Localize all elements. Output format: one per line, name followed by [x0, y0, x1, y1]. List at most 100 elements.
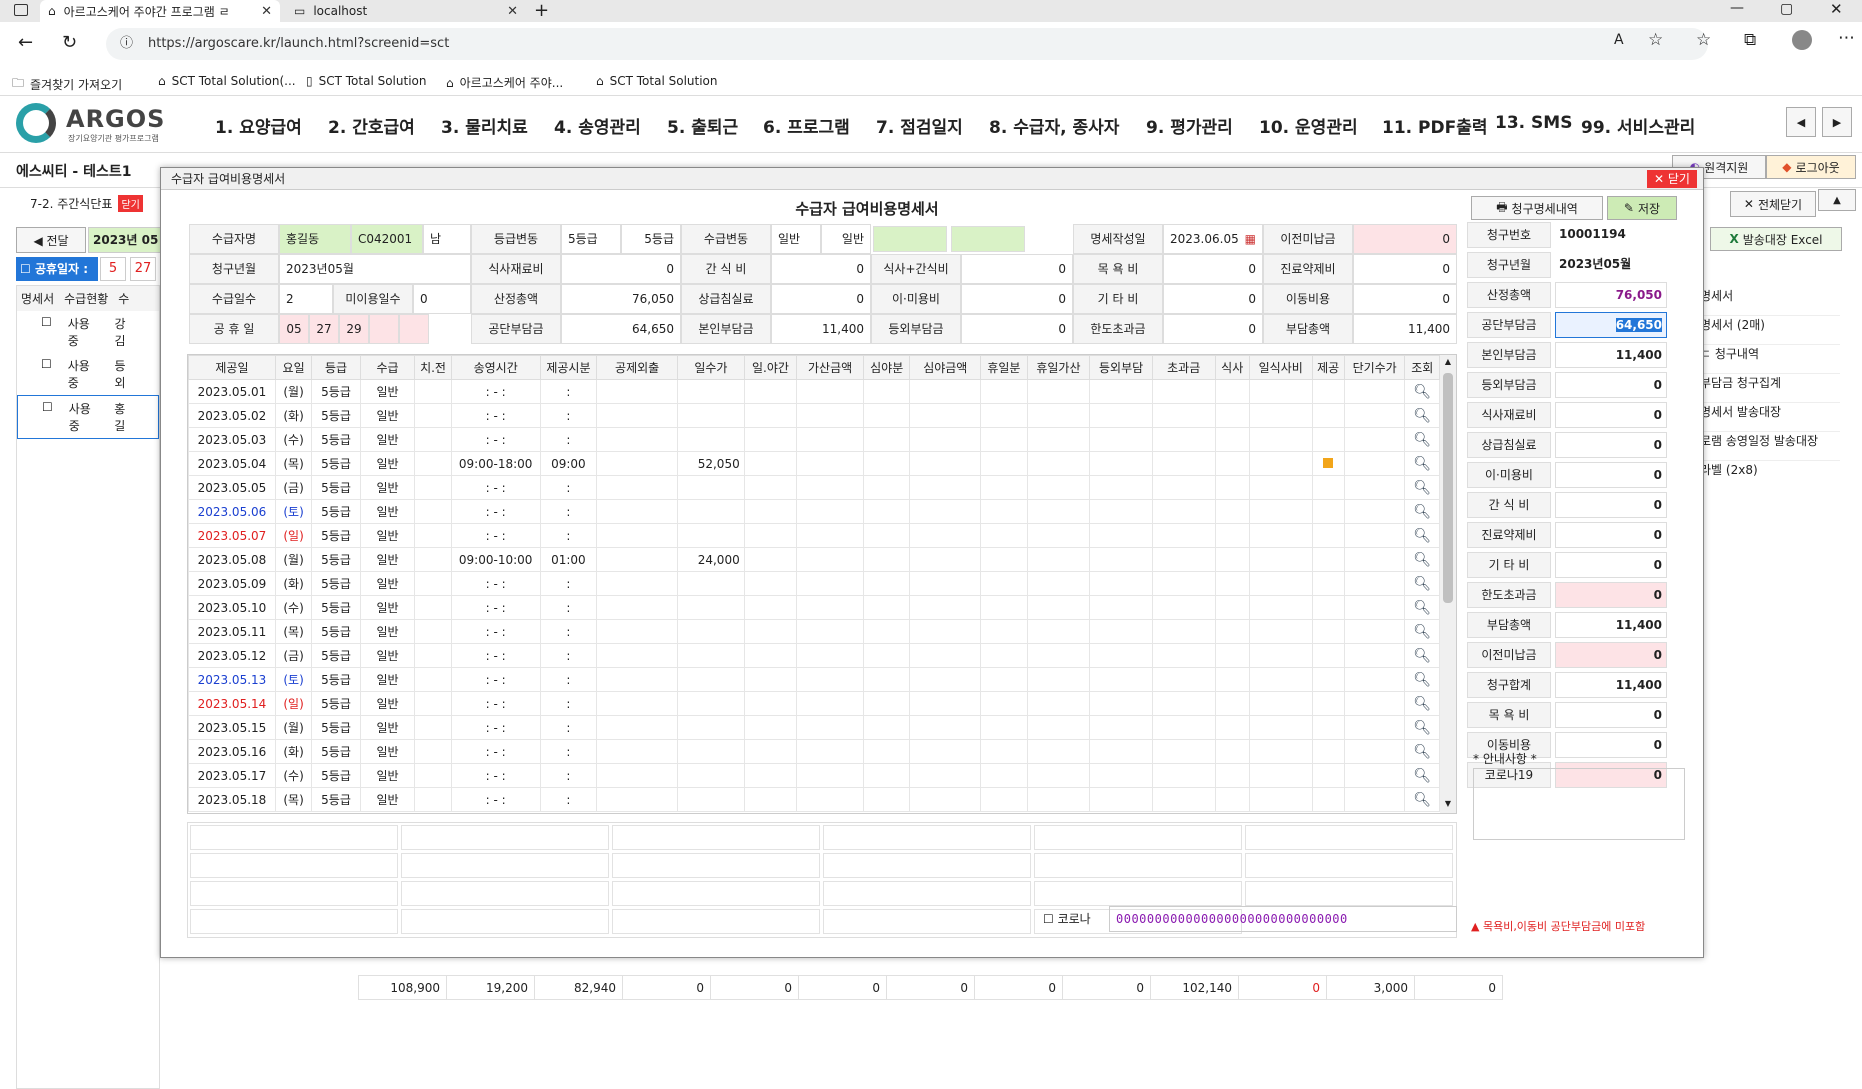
view-search-icon[interactable]: 🔍︎ — [1404, 403, 1440, 428]
extra-field[interactable] — [401, 881, 609, 906]
view-search-icon[interactable]: 🔍︎ — [1404, 547, 1440, 572]
extra-field[interactable] — [190, 853, 398, 878]
view-search-icon[interactable]: 🔍︎ — [1404, 619, 1440, 644]
report-link[interactable]: ㄷ 청구내역 — [1700, 345, 1840, 374]
bookmark-argos[interactable]: ⌂ 아르고스케어 주야... — [446, 74, 563, 91]
menu-prev-button[interactable]: ◀ — [1786, 107, 1816, 137]
month-field[interactable]: 2023년 05월 — [88, 227, 162, 253]
menu-recipients[interactable]: 8. 수급자, 종사자 — [989, 113, 1119, 138]
report-link[interactable]: 라벨 (2x8) — [1700, 461, 1840, 490]
close-icon[interactable]: ✕ — [507, 4, 518, 19]
summary-value[interactable]: 2023년05월 — [1555, 252, 1667, 278]
close-icon[interactable]: ✕ — [261, 4, 272, 19]
summary-value[interactable]: 11,400 — [1555, 342, 1667, 368]
calendar-icon[interactable]: ▦ — [1245, 225, 1256, 253]
grid-row[interactable]: 2023.05.11 (목) 5등급 일반: - :: 🔍︎ — [188, 619, 1440, 644]
extra-field[interactable] — [612, 909, 820, 934]
grid-scrollbar[interactable]: ▲ ▼ — [1440, 355, 1456, 813]
logout-button[interactable]: ◆ 로그아웃 — [1766, 155, 1856, 179]
summary-value[interactable]: 0 — [1555, 432, 1667, 458]
bookmark-sct1[interactable]: ⌂ SCT Total Solution(... — [158, 74, 296, 88]
grid-row[interactable]: 2023.05.14 (일) 5등급 일반: - :: 🔍︎ — [188, 691, 1440, 716]
info-icon[interactable]: ⓘ — [120, 28, 133, 60]
recipient-code[interactable]: C042001 — [351, 224, 423, 254]
list-item[interactable]: ☐ 사용중 홍길 — [17, 395, 159, 439]
green-field-1[interactable] — [873, 226, 947, 252]
summary-value[interactable]: 11,400 — [1555, 672, 1667, 698]
extra-field[interactable] — [823, 881, 1031, 906]
minimize-button[interactable]: — — [1730, 0, 1744, 16]
view-search-icon[interactable]: 🔍︎ — [1404, 523, 1440, 548]
tab-argoscare[interactable]: ⌂ 아르고스케어 주야간 프로그램 ㄹ ✕ — [40, 0, 280, 22]
summary-value[interactable]: 0 — [1555, 702, 1667, 728]
menu-operation[interactable]: 10. 운영관리 — [1259, 113, 1358, 138]
extra-field[interactable] — [823, 825, 1031, 850]
grid-row[interactable]: 2023.05.06 (토) 5등급 일반: - :: 🔍︎ — [188, 499, 1440, 524]
issue-date-field[interactable]: 2023.06.05 ▦ — [1163, 224, 1263, 254]
extra-field[interactable] — [823, 853, 1031, 878]
bookmark-sct3[interactable]: ⌂ SCT Total Solution — [596, 74, 718, 88]
grid-row[interactable]: 2023.05.10 (수) 5등급 일반: - :: 🔍︎ — [188, 595, 1440, 620]
window-menu-icon[interactable] — [14, 4, 28, 16]
view-search-icon[interactable]: 🔍︎ — [1404, 451, 1440, 476]
notice-box[interactable] — [1473, 768, 1685, 840]
save-button[interactable]: ✎ 저장 — [1607, 196, 1677, 220]
grid-row[interactable]: 2023.05.03 (수) 5등급 일반: - :: 🔍︎ — [188, 427, 1440, 452]
favorite-add-icon[interactable]: ☆ — [1648, 30, 1663, 50]
view-search-icon[interactable]: 🔍︎ — [1404, 475, 1440, 500]
profile-avatar[interactable] — [1792, 30, 1812, 50]
extra-field[interactable] — [401, 825, 609, 850]
grid-row[interactable]: 2023.05.16 (화) 5등급 일반: - :: 🔍︎ — [188, 739, 1440, 764]
bookmark-sct2[interactable]: ▯ SCT Total Solution — [306, 74, 426, 88]
grid-row[interactable]: 2023.05.17 (수) 5등급 일반: - :: 🔍︎ — [188, 763, 1440, 788]
holiday-slot[interactable] — [369, 314, 399, 344]
grid-row[interactable]: 2023.05.09 (화) 5등급 일반: - :: 🔍︎ — [188, 571, 1440, 596]
view-search-icon[interactable]: 🔍︎ — [1404, 739, 1440, 764]
corona-check[interactable]: ☐ 코로나 — [1043, 910, 1091, 927]
grid-row[interactable]: 2023.05.18 (목) 5등급 일반: - :: 🔍︎ — [188, 787, 1440, 812]
grid-row[interactable]: 2023.05.12 (금) 5등급 일반: - :: 🔍︎ — [188, 643, 1440, 668]
scroll-up-icon[interactable]: ▲ — [1440, 357, 1456, 366]
url-field[interactable]: ⓘ https://argoscare.kr/launch.html?scree… — [106, 28, 1708, 60]
view-search-icon[interactable]: 🔍︎ — [1404, 763, 1440, 788]
scroll-down-icon[interactable]: ▼ — [1440, 799, 1456, 808]
window-close-button[interactable]: ✕ — [1830, 0, 1843, 18]
menu-inspection[interactable]: 7. 점검일지 — [876, 113, 963, 138]
report-link[interactable]: 명세서 (2매) — [1700, 316, 1840, 345]
summary-value[interactable]: 11,400 — [1555, 612, 1667, 638]
grid-row[interactable]: 2023.05.05 (금) 5등급 일반: - :: 🔍︎ — [188, 475, 1440, 500]
extra-field[interactable] — [612, 825, 820, 850]
view-search-icon[interactable]: 🔍︎ — [1404, 715, 1440, 740]
extra-field[interactable] — [612, 881, 820, 906]
view-search-icon[interactable]: 🔍︎ — [1404, 427, 1440, 452]
menu-pdf[interactable]: 11. PDF출력 — [1382, 113, 1488, 138]
menu-care-benefit[interactable]: 1. 요양급여 — [215, 113, 302, 138]
page-tab-close[interactable]: 닫기 — [118, 195, 143, 212]
summary-value[interactable]: 64,650 — [1555, 312, 1667, 338]
back-icon[interactable]: ← — [18, 32, 33, 53]
view-search-icon[interactable]: 🔍︎ — [1404, 691, 1440, 716]
extra-field[interactable] — [1034, 825, 1242, 850]
menu-transport[interactable]: 4. 송영관리 — [554, 113, 641, 138]
menu-sms[interactable]: 13. SMS — [1495, 113, 1572, 133]
extra-field[interactable] — [1245, 881, 1453, 906]
view-search-icon[interactable]: 🔍︎ — [1404, 595, 1440, 620]
report-link[interactable]: 부담금 청구집계 — [1700, 374, 1840, 403]
extra-field[interactable] — [401, 909, 609, 934]
refresh-icon[interactable]: ↻ — [62, 32, 77, 53]
holiday-day-1[interactable]: 5 — [100, 257, 126, 281]
report-link[interactable]: 로램 송영일정 발송대장 — [1700, 432, 1840, 461]
extra-field[interactable] — [1245, 853, 1453, 878]
grid-row[interactable]: 2023.05.01 (월) 5등급 일반: - :: 🔍︎ — [188, 379, 1440, 404]
menu-evaluation[interactable]: 9. 평가관리 — [1146, 113, 1233, 138]
extra-field[interactable] — [823, 909, 1031, 934]
tab-localhost[interactable]: ▭ localhost ✕ — [286, 0, 526, 22]
holiday-day-2[interactable]: 27 — [130, 257, 156, 281]
favorites-icon[interactable]: ☆ — [1696, 30, 1711, 50]
extra-field[interactable] — [1245, 825, 1453, 850]
green-field-2[interactable] — [951, 226, 1025, 252]
bookmark-import[interactable]: 🗀 즐겨찾기 가져오기 — [12, 74, 122, 95]
view-search-icon[interactable]: 🔍︎ — [1404, 787, 1440, 812]
summary-value[interactable]: 10001194 — [1555, 222, 1667, 248]
menu-nursing[interactable]: 2. 간호급여 — [328, 113, 415, 138]
